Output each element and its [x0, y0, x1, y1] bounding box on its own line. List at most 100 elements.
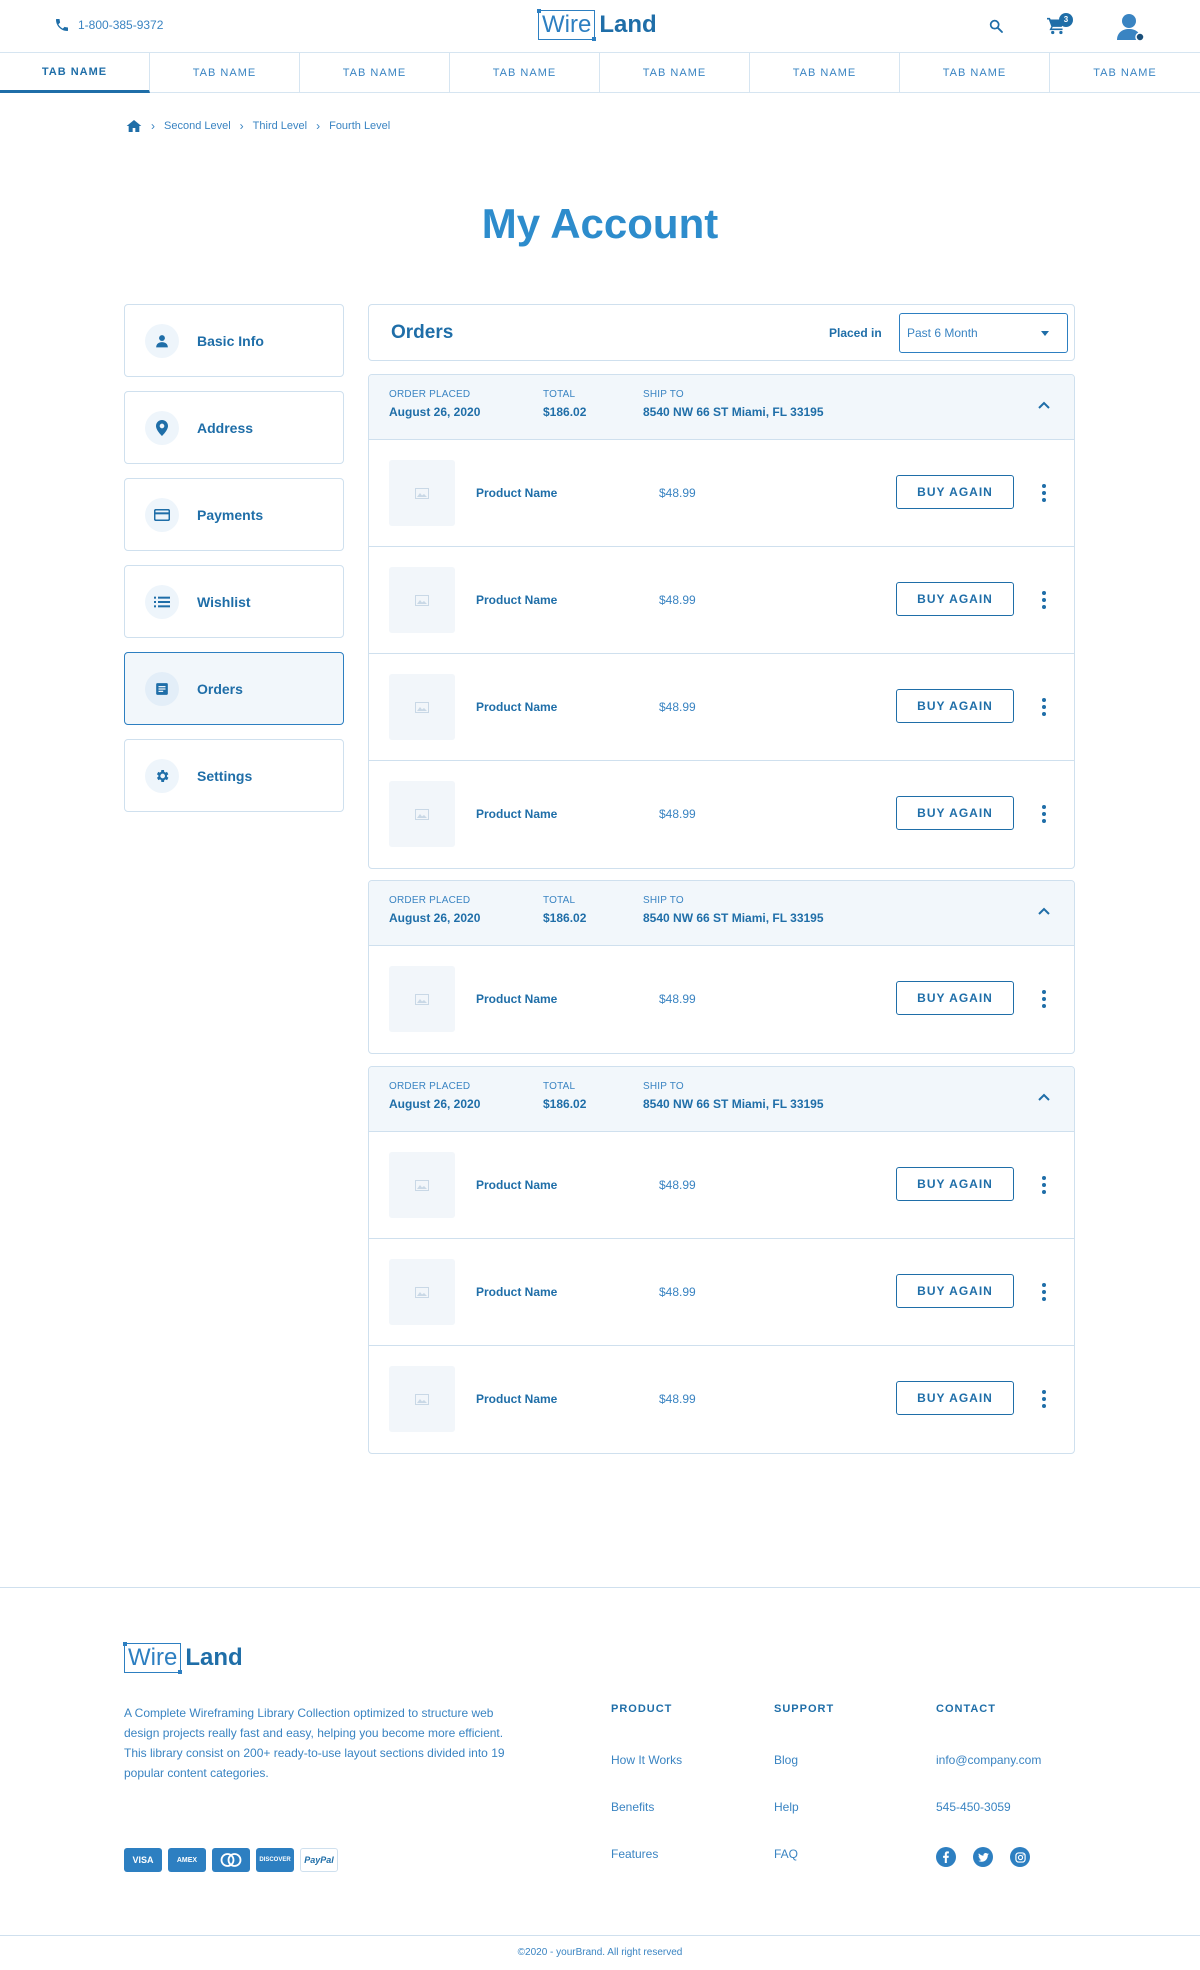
buy-again-button[interactable]: BUY AGAIN: [896, 1381, 1014, 1415]
more-options-icon[interactable]: [1039, 698, 1049, 716]
product-image-placeholder[interactable]: [389, 966, 455, 1032]
caret-down-icon: [1041, 331, 1049, 336]
buy-again-button[interactable]: BUY AGAIN: [896, 475, 1014, 509]
order-item: Product Name $48.99 BUY AGAIN: [369, 547, 1074, 654]
product-image-placeholder[interactable]: [389, 460, 455, 526]
phone-contact[interactable]: 1-800-385-9372: [54, 17, 163, 33]
top-bar: 1-800-385-9372 Wire Land 3: [0, 0, 1200, 52]
product-image-placeholder[interactable]: [389, 567, 455, 633]
chevron-up-icon[interactable]: [1038, 1093, 1050, 1101]
tab-1[interactable]: TAB NAME: [0, 53, 150, 93]
more-options-icon[interactable]: [1039, 484, 1049, 502]
order-placed-label: ORDER PLACED: [389, 1081, 471, 1092]
more-options-icon[interactable]: [1039, 1390, 1049, 1408]
sidebar-item-label: Basic Info: [197, 332, 264, 349]
product-name[interactable]: Product Name: [476, 486, 557, 500]
product-name[interactable]: Product Name: [476, 807, 557, 821]
ship-to-label: SHIP TO: [643, 895, 684, 906]
sidebar-item-settings[interactable]: Settings: [124, 739, 344, 812]
phone-icon: [56, 19, 68, 31]
order-placed-col: ORDER PLACED August 26, 2020: [389, 1081, 480, 1111]
logo-wire-text: Wire: [122, 1642, 183, 1674]
contact-email[interactable]: info@company.com: [936, 1753, 1041, 1800]
tab-2[interactable]: TAB NAME: [150, 53, 300, 93]
buy-again-button[interactable]: BUY AGAIN: [896, 689, 1014, 723]
buy-again-button[interactable]: BUY AGAIN: [896, 1274, 1014, 1308]
product-image-placeholder[interactable]: [389, 781, 455, 847]
footer-link[interactable]: How It Works: [611, 1753, 682, 1800]
product-name[interactable]: Product Name: [476, 1178, 557, 1192]
time-range-select[interactable]: Past 6 Month: [899, 313, 1068, 353]
product-name[interactable]: Product Name: [476, 1285, 557, 1299]
tab-8[interactable]: TAB NAME: [1050, 53, 1200, 93]
chevron-up-icon[interactable]: [1038, 401, 1050, 409]
sidebar-item-label: Address: [197, 419, 254, 436]
product-image-placeholder[interactable]: [389, 1152, 455, 1218]
more-options-icon[interactable]: [1039, 591, 1049, 609]
order-total-col: TOTAL $186.02: [543, 895, 586, 925]
buy-again-button[interactable]: BUY AGAIN: [896, 796, 1014, 830]
product-name[interactable]: Product Name: [476, 992, 557, 1006]
order-total: $186.02: [543, 405, 587, 419]
product-name[interactable]: Product Name: [476, 593, 557, 607]
order-item: Product Name $48.99 BUY AGAIN: [369, 440, 1074, 547]
tab-3[interactable]: TAB NAME: [300, 53, 450, 93]
ship-to-label: SHIP TO: [643, 389, 684, 400]
product-image-placeholder[interactable]: [389, 1366, 455, 1432]
footer-description: A Complete Wireframing Library Collectio…: [124, 1706, 505, 1780]
sidebar-item-payments[interactable]: Payments: [124, 478, 344, 551]
more-options-icon[interactable]: [1039, 1283, 1049, 1301]
user-avatar[interactable]: [1114, 10, 1146, 42]
twitter-icon[interactable]: [973, 1847, 993, 1867]
account-sidebar: Basic Info Address Payments Wishlist Ord…: [124, 304, 344, 826]
sidebar-item-basic-info[interactable]: Basic Info: [124, 304, 344, 377]
tab-6[interactable]: TAB NAME: [750, 53, 900, 93]
breadcrumb: › Second Level › Third Level › Fourth Le…: [126, 119, 390, 133]
breadcrumb-item[interactable]: Third Level: [253, 120, 307, 132]
product-image-placeholder[interactable]: [389, 674, 455, 740]
instagram-icon[interactable]: [1010, 1847, 1030, 1867]
facebook-icon[interactable]: [936, 1847, 956, 1867]
sidebar-item-address[interactable]: Address: [124, 391, 344, 464]
footer-link[interactable]: Benefits: [611, 1800, 682, 1847]
tab-5[interactable]: TAB NAME: [600, 53, 750, 93]
more-options-icon[interactable]: [1039, 1176, 1049, 1194]
sidebar-item-wishlist[interactable]: Wishlist: [124, 565, 344, 638]
breadcrumb-separator: ›: [239, 119, 244, 133]
logo[interactable]: Wire Land: [536, 9, 657, 41]
cart-count-badge: 3: [1059, 13, 1073, 27]
buy-again-button[interactable]: BUY AGAIN: [896, 582, 1014, 616]
order-item: Product Name $48.99 BUY AGAIN: [369, 1346, 1074, 1453]
breadcrumb-item[interactable]: Second Level: [164, 120, 231, 132]
order-total: $186.02: [543, 911, 587, 925]
footer-link[interactable]: Blog: [774, 1753, 834, 1800]
order-total-label: TOTAL: [543, 389, 576, 400]
footer-link[interactable]: FAQ: [774, 1847, 834, 1894]
footer-logo[interactable]: Wire Land: [122, 1642, 243, 1674]
sidebar-item-label: Payments: [197, 506, 264, 523]
footer-column-product: PRODUCT How It Works Benefits Features: [611, 1703, 682, 1894]
more-options-icon[interactable]: [1039, 805, 1049, 823]
order-group: ORDER PLACED August 26, 2020 TOTAL $186.…: [368, 880, 1075, 1054]
order-ship-col: SHIP TO 8540 NW 66 ST Miami, FL 33195: [643, 389, 824, 419]
contact-phone[interactable]: 545-450-3059: [936, 1800, 1041, 1847]
buy-again-button[interactable]: BUY AGAIN: [896, 981, 1014, 1015]
search-icon[interactable]: [988, 18, 1004, 34]
sidebar-item-label: Wishlist: [197, 593, 251, 610]
sidebar-item-orders[interactable]: Orders: [124, 652, 344, 725]
more-options-icon[interactable]: [1039, 990, 1049, 1008]
footer-column-contact: CONTACT info@company.com 545-450-3059: [936, 1703, 1041, 1867]
chevron-up-icon[interactable]: [1038, 907, 1050, 915]
breadcrumb-item[interactable]: Fourth Level: [329, 120, 390, 132]
product-name[interactable]: Product Name: [476, 1392, 557, 1406]
tab-4[interactable]: TAB NAME: [450, 53, 600, 93]
document-icon: [145, 671, 179, 706]
product-image-placeholder[interactable]: [389, 1259, 455, 1325]
footer-link[interactable]: Features: [611, 1847, 682, 1894]
footer-link[interactable]: Help: [774, 1800, 834, 1847]
home-icon[interactable]: [126, 119, 142, 133]
product-name[interactable]: Product Name: [476, 700, 557, 714]
order-date: August 26, 2020: [389, 405, 481, 419]
buy-again-button[interactable]: BUY AGAIN: [896, 1167, 1014, 1201]
tab-7[interactable]: TAB NAME: [900, 53, 1050, 93]
